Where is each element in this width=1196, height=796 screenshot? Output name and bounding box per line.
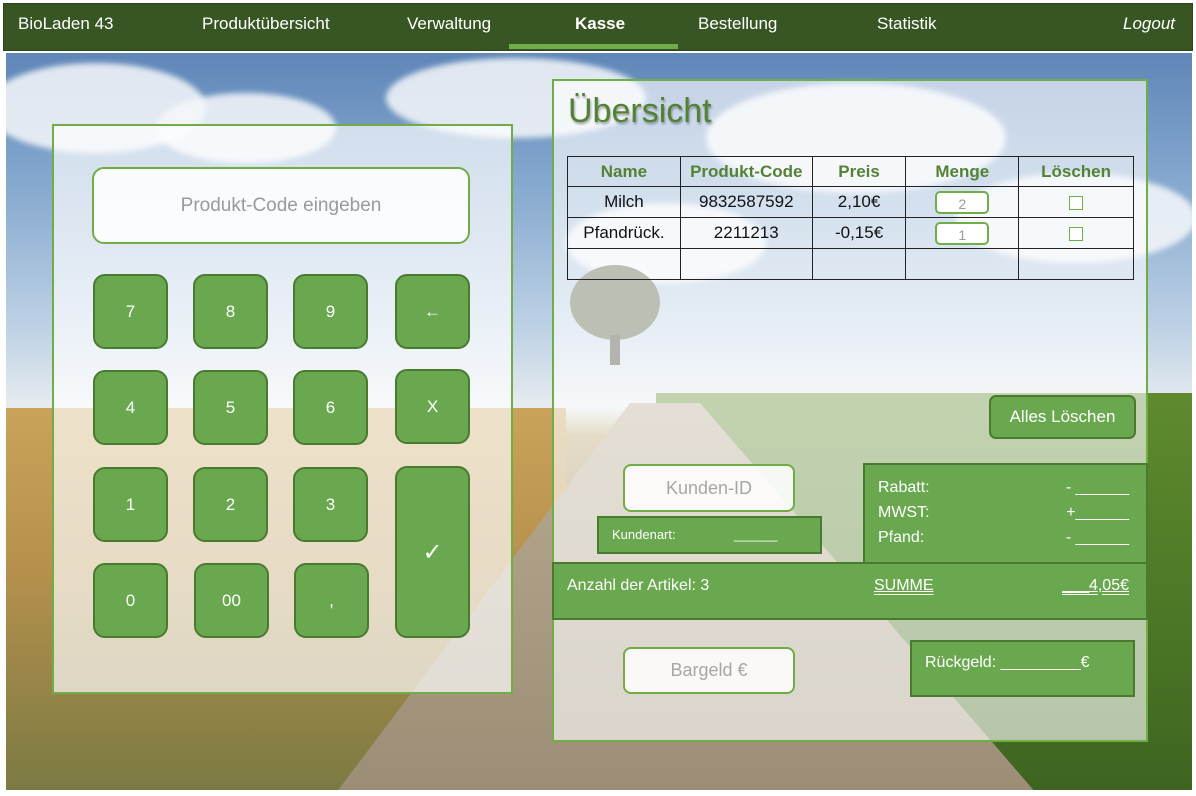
table-row: Milch 9832587592 2,10€ 2 — [567, 186, 1134, 218]
overview-title: Übersicht — [568, 92, 712, 130]
delete-checkbox[interactable] — [1069, 226, 1084, 241]
nav-produktuebersicht[interactable]: Produktübersicht — [202, 4, 330, 50]
top-nav: BioLaden 43 Produktübersicht Verwaltung … — [3, 3, 1193, 51]
logout-link[interactable]: Logout — [1123, 4, 1175, 50]
discount-label: Rabatt: — [878, 479, 930, 496]
deposit-value: - ______ — [1065, 529, 1129, 546]
key-0[interactable]: 0 — [93, 563, 168, 638]
key-2[interactable]: 2 — [193, 467, 268, 542]
customer-id-field[interactable]: Kunden-ID — [623, 464, 795, 512]
column-header-price: Preis — [811, 156, 907, 187]
column-header-quantity: Menge — [905, 156, 1020, 187]
sum-label: SUMME — [874, 577, 934, 594]
cell-code: 9832587592 — [679, 186, 813, 218]
active-tab-indicator — [509, 44, 678, 49]
cell-quantity: 1 — [905, 217, 1020, 249]
cart-table: Name Produkt-Code Preis Menge Löschen Mi… — [567, 156, 1134, 280]
key-4[interactable]: 4 — [93, 370, 168, 445]
sum-value: ___4,05€ — [1062, 577, 1129, 594]
cell-price: 2,10€ — [811, 186, 907, 218]
cell-delete — [1018, 217, 1134, 249]
nav-statistik[interactable]: Statistik — [877, 4, 937, 50]
key-7[interactable]: 7 — [93, 274, 168, 349]
brand[interactable]: BioLaden 43 — [18, 4, 113, 50]
totals-box: Rabatt: - ______ MWST: +______ Pfand: - … — [863, 463, 1148, 564]
discount-value: - ______ — [1065, 479, 1129, 496]
deposit-label: Pfand: — [878, 529, 925, 546]
summary-bar: Anzahl der Artikel: 3 SUMME ___4,05€ — [552, 562, 1148, 620]
table-header-row: Name Produkt-Code Preis Menge Löschen — [567, 156, 1134, 187]
cell-price: -0,15€ — [811, 217, 907, 249]
vat-value: +______ — [1066, 504, 1129, 521]
customer-type-label: Kundenart: — [612, 527, 676, 542]
checkmark-icon: ✓ — [422, 538, 443, 566]
product-code-input[interactable] — [92, 167, 470, 244]
key-00[interactable]: 00 — [194, 563, 269, 638]
quantity-input[interactable]: 1 — [935, 221, 990, 245]
clear-all-button[interactable]: Alles Löschen — [989, 395, 1136, 439]
cash-input[interactable]: Bargeld € — [623, 647, 795, 694]
table-row-empty — [567, 248, 1134, 280]
quantity-input[interactable]: 2 — [935, 190, 990, 214]
delete-checkbox[interactable] — [1069, 195, 1084, 210]
cell-quantity: 2 — [905, 186, 1020, 218]
column-header-delete: Löschen — [1018, 156, 1134, 187]
clear-input-button[interactable]: X — [395, 369, 470, 444]
customer-type-value: ______ — [734, 527, 778, 542]
cell-name: Milch — [567, 186, 681, 218]
key-9[interactable]: 9 — [293, 274, 368, 349]
key-8[interactable]: 8 — [193, 274, 268, 349]
key-1[interactable]: 1 — [93, 467, 168, 542]
backspace-button[interactable]: ← — [395, 274, 470, 349]
key-comma[interactable]: , — [294, 563, 369, 638]
key-3[interactable]: 3 — [293, 467, 368, 542]
cell-delete — [1018, 186, 1134, 218]
change-text: Rückgeld: _________€ — [925, 654, 1090, 671]
cell-name: Pfandrück. — [567, 217, 681, 249]
customer-type-box: Kundenart: ______ — [597, 516, 822, 554]
confirm-button[interactable]: ✓ — [395, 466, 470, 638]
column-header-name: Name — [567, 156, 681, 187]
column-header-code: Produkt-Code — [679, 156, 813, 187]
change-box: Rückgeld: _________€ — [910, 640, 1135, 697]
arrow-left-icon: ← — [424, 301, 441, 321]
cell-code: 2211213 — [679, 217, 813, 249]
item-count: Anzahl der Artikel: 3 — [567, 577, 710, 594]
nav-verwaltung[interactable]: Verwaltung — [407, 4, 491, 50]
key-5[interactable]: 5 — [193, 370, 268, 445]
key-6[interactable]: 6 — [293, 370, 368, 445]
nav-bestellung[interactable]: Bestellung — [698, 4, 777, 50]
table-row: Pfandrück. 2211213 -0,15€ 1 — [567, 217, 1134, 249]
vat-label: MWST: — [878, 504, 930, 521]
